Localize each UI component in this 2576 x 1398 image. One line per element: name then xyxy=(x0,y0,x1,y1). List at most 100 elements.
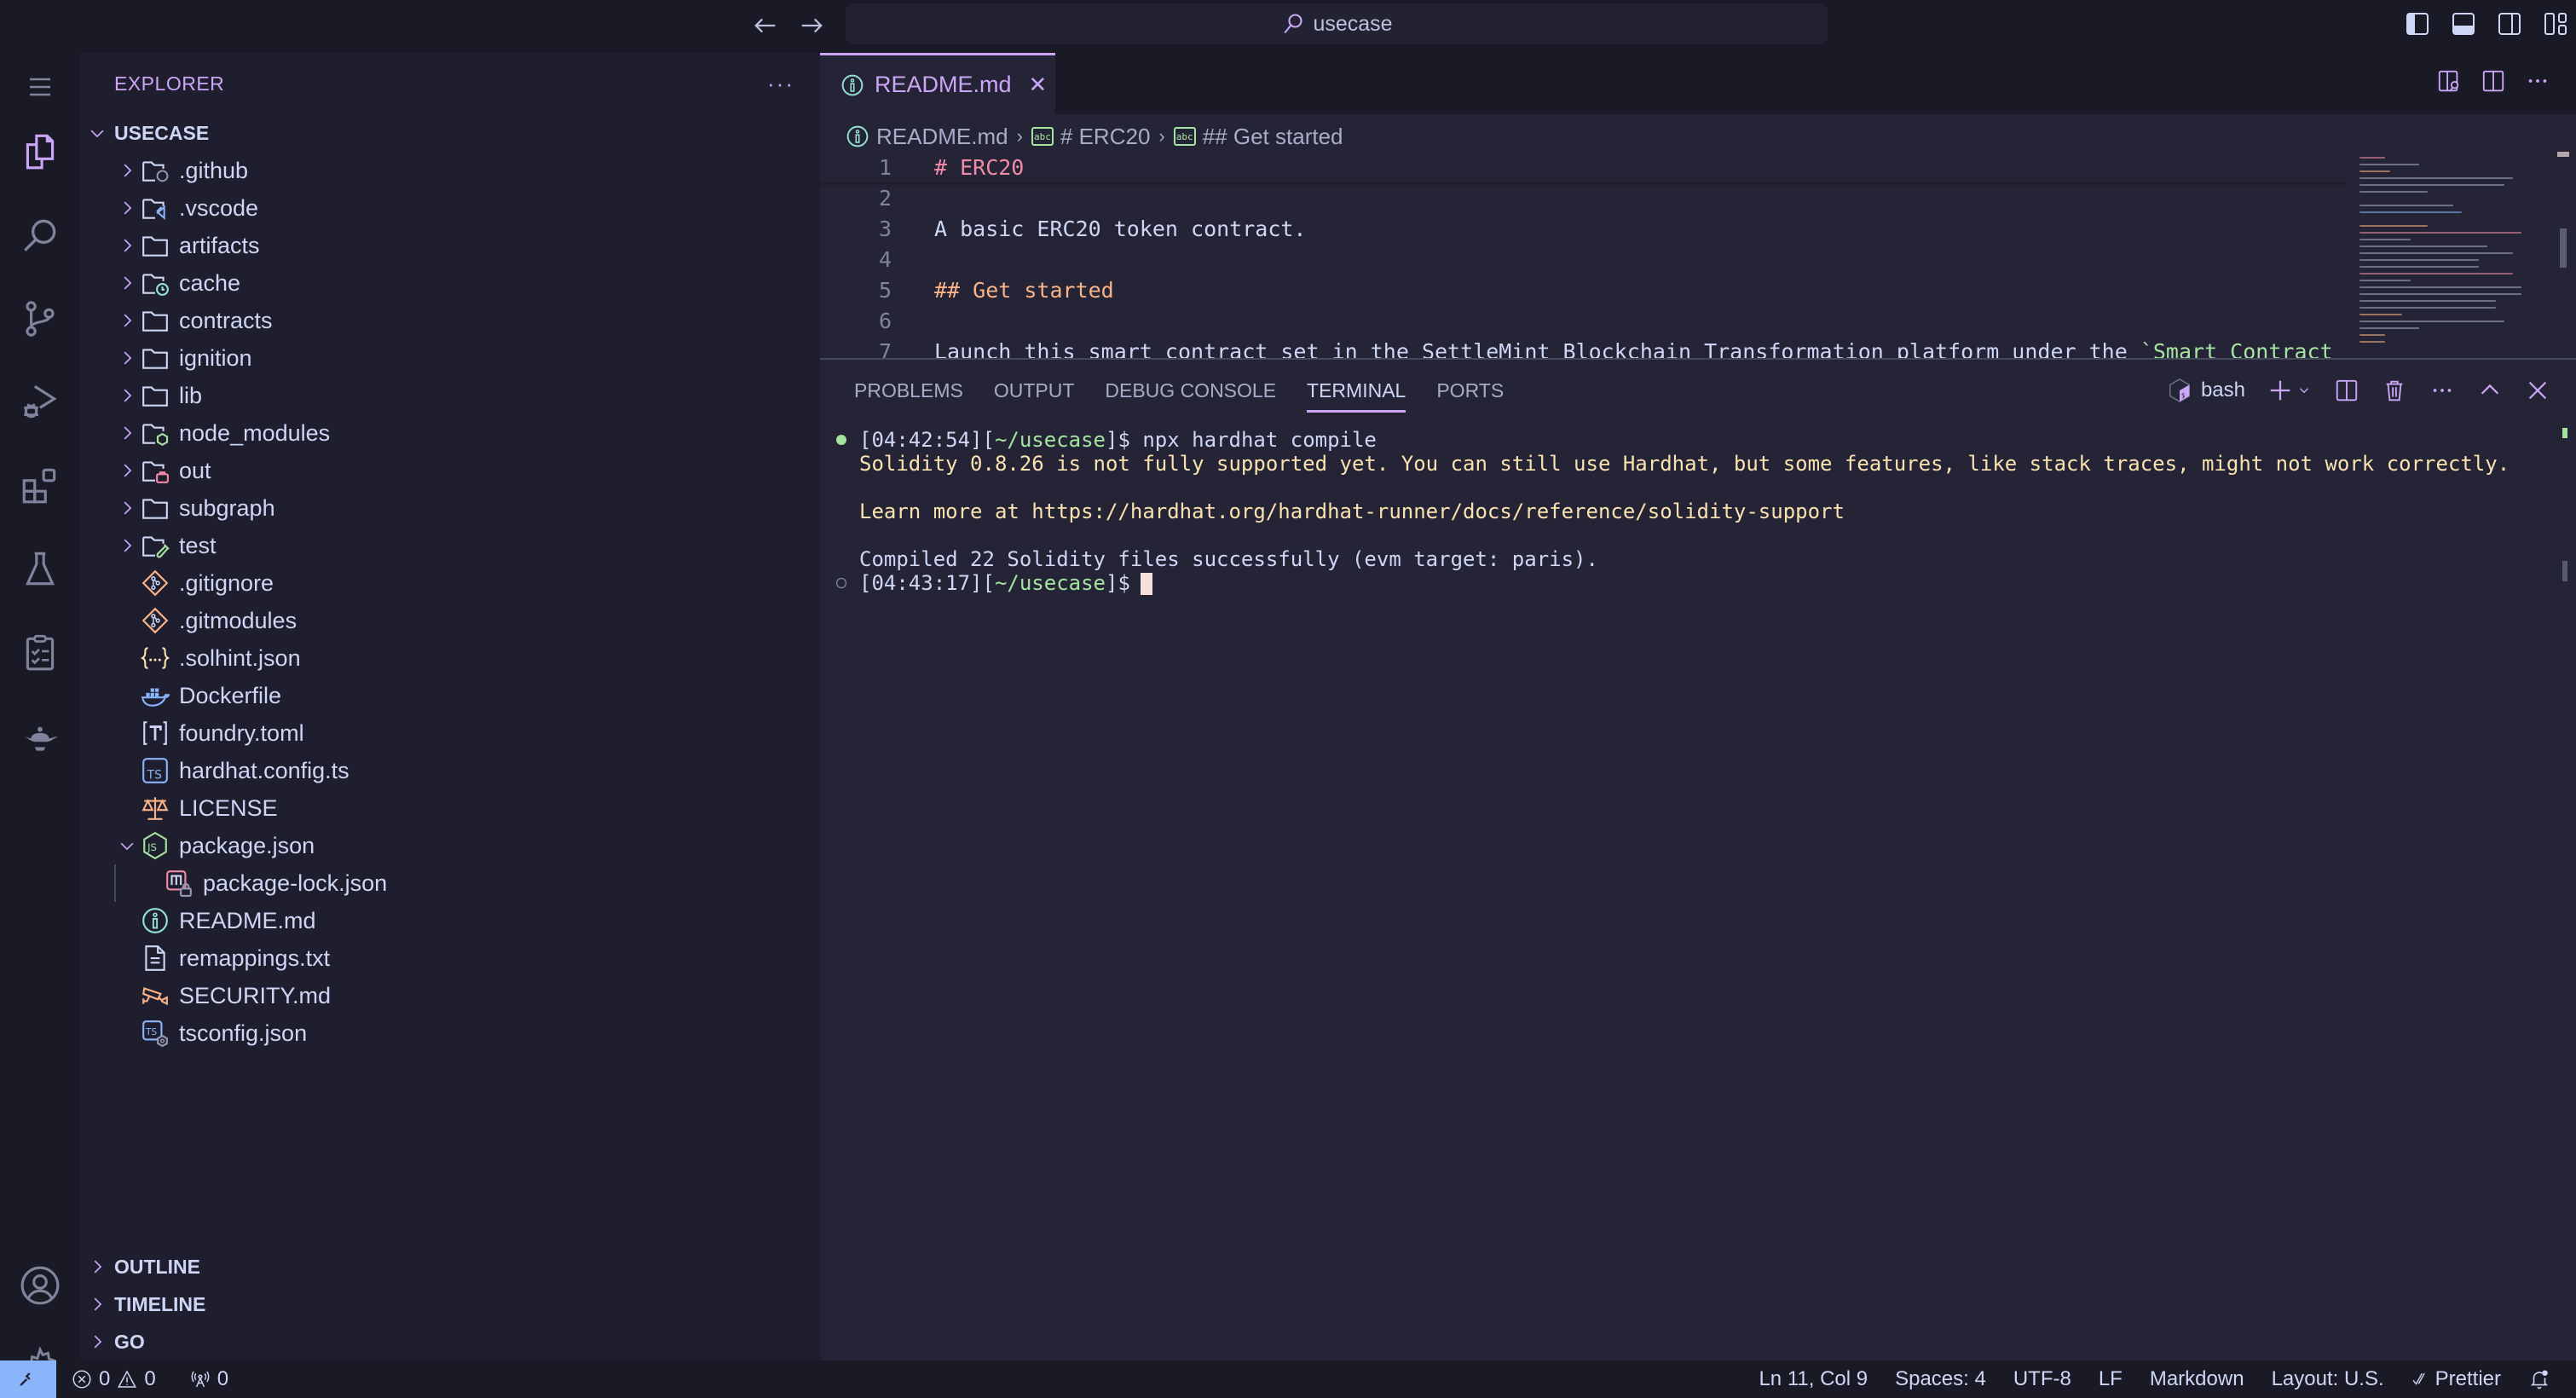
tree-folder[interactable]: artifacts xyxy=(80,227,820,264)
section-timeline[interactable]: TIMELINE xyxy=(80,1285,820,1323)
chevron-right-icon[interactable] xyxy=(114,227,140,264)
chevron-right-icon[interactable] xyxy=(114,527,140,564)
chevron-right-icon[interactable] xyxy=(114,339,140,377)
chevron-right-icon[interactable] xyxy=(114,377,140,414)
tree-folder[interactable]: lib xyxy=(80,377,820,414)
chevron-down-icon[interactable] xyxy=(114,827,140,864)
tree-file[interactable]: .gitmodules xyxy=(80,602,820,639)
tree-file[interactable]: .gitignore xyxy=(80,564,820,602)
tree-file[interactable]: SECURITY.md xyxy=(80,977,820,1014)
code-line[interactable]: 3 A basic ERC20 token contract. xyxy=(820,213,2346,244)
breadcrumb-item-h1[interactable]: # ERC20 xyxy=(1060,124,1151,150)
indentation[interactable]: Spaces: 4 xyxy=(1895,1367,1986,1391)
split-terminal-icon[interactable] xyxy=(2334,378,2359,403)
file-encoding[interactable]: UTF-8 xyxy=(2013,1367,2071,1391)
chevron-right-icon[interactable] xyxy=(114,152,140,189)
activity-genie[interactable] xyxy=(0,702,80,771)
activity-extensions[interactable] xyxy=(0,452,80,520)
back-button[interactable] xyxy=(748,9,783,43)
activity-accounts[interactable] xyxy=(0,1251,80,1320)
tree-folder[interactable]: subgraph xyxy=(80,489,820,527)
end-of-line[interactable]: LF xyxy=(2099,1367,2123,1391)
tree-file[interactable]: package-lock.json xyxy=(80,864,820,902)
launch-profile-chevron-icon[interactable] xyxy=(2296,383,2312,398)
tree-file[interactable]: LICENSE xyxy=(80,789,820,827)
command-pending-icon[interactable] xyxy=(832,576,851,590)
notifications-button[interactable] xyxy=(2528,1368,2550,1390)
chevron-right-icon[interactable] xyxy=(114,489,140,527)
activity-tasks[interactable] xyxy=(0,619,80,687)
terminal-instance-bash[interactable]: $_ bash xyxy=(2167,378,2245,403)
activity-run-debug[interactable] xyxy=(0,368,80,436)
chevron-right-icon[interactable] xyxy=(114,302,140,339)
tree-file[interactable]: TS tsconfig.json xyxy=(80,1014,820,1052)
tree-folder[interactable]: node_modules xyxy=(80,414,820,452)
code-line[interactable]: 5 ## Get started xyxy=(820,274,2346,305)
workspace-root-header[interactable]: USECASE xyxy=(80,114,820,152)
new-terminal-button[interactable] xyxy=(2267,378,2312,403)
tree-file[interactable]: README.md xyxy=(80,902,820,939)
tree-file[interactable]: .solhint.json xyxy=(80,639,820,677)
toggle-panel-button[interactable] xyxy=(2450,10,2477,38)
tree-file[interactable]: remappings.txt xyxy=(80,939,820,977)
terminal-scrollbar-thumb[interactable] xyxy=(2562,561,2567,581)
tree-folder[interactable]: .github xyxy=(80,152,820,189)
section-outline[interactable]: OUTLINE xyxy=(80,1248,820,1285)
forward-button[interactable] xyxy=(794,9,829,43)
application-menu-button[interactable] xyxy=(0,53,80,121)
code-line[interactable]: 1 # ERC20 xyxy=(820,152,2346,182)
split-editor-icon[interactable] xyxy=(2481,68,2506,94)
prettier-status[interactable]: Prettier xyxy=(2411,1367,2501,1391)
keyboard-layout[interactable]: Layout: U.S. xyxy=(2272,1367,2384,1391)
kill-terminal-icon[interactable] xyxy=(2382,378,2407,403)
explorer-more-actions-button[interactable]: ··· xyxy=(767,71,794,97)
toggle-primary-sidebar-button[interactable] xyxy=(2404,10,2431,38)
tree-folder[interactable]: ignition xyxy=(80,339,820,377)
ports-status[interactable]: 0 xyxy=(190,1367,228,1391)
chevron-right-icon[interactable] xyxy=(114,452,140,489)
activity-testing[interactable] xyxy=(0,535,80,604)
open-preview-to-side-icon[interactable] xyxy=(2436,68,2462,94)
tab-close-button[interactable]: ✕ xyxy=(1029,72,1048,98)
more-actions-icon[interactable] xyxy=(2525,68,2550,94)
breadcrumb-item-h2[interactable]: ## Get started xyxy=(1203,124,1343,150)
tree-folder[interactable]: .vscode xyxy=(80,189,820,227)
activity-search[interactable] xyxy=(0,201,80,269)
customize-layout-button[interactable] xyxy=(2542,10,2569,38)
tree-folder[interactable]: cache xyxy=(80,264,820,302)
panel-tab-output[interactable]: OUTPUT xyxy=(985,372,1097,409)
tree-file[interactable]: Dockerfile xyxy=(80,677,820,714)
tree-folder[interactable]: contracts xyxy=(80,302,820,339)
code-line[interactable]: 6 xyxy=(820,305,2346,336)
maximize-panel-icon[interactable] xyxy=(2477,378,2503,403)
tree-file[interactable]: TS hardhat.config.ts xyxy=(80,752,820,789)
panel-tab-terminal[interactable]: TERMINAL xyxy=(1298,372,1428,413)
chevron-right-icon[interactable] xyxy=(114,189,140,227)
problems-status[interactable]: 0 0 xyxy=(72,1367,156,1391)
tree-folder[interactable]: test xyxy=(80,527,820,564)
terminal-output[interactable]: [04:42:54][~/usecase]$ npx hardhat compi… xyxy=(832,428,2537,595)
panel-tab-problems[interactable]: PROBLEMS xyxy=(846,372,985,409)
scrollbar-thumb[interactable] xyxy=(2560,228,2567,268)
chevron-right-icon[interactable] xyxy=(114,264,140,302)
tab-readme[interactable]: README.md ✕ xyxy=(820,53,1055,114)
more-actions-icon[interactable] xyxy=(2429,378,2455,403)
tree-folder[interactable]: out xyxy=(80,452,820,489)
tree-file[interactable]: JS package.json xyxy=(80,827,820,864)
remote-indicator-button[interactable] xyxy=(0,1360,56,1398)
panel-tab-ports[interactable]: PORTS xyxy=(1428,372,1526,409)
command-success-icon[interactable] xyxy=(832,433,851,447)
chevron-right-icon[interactable] xyxy=(114,414,140,452)
close-panel-icon[interactable] xyxy=(2525,378,2550,403)
toggle-secondary-sidebar-button[interactable] xyxy=(2496,10,2523,38)
activity-explorer[interactable] xyxy=(0,118,80,186)
command-center-search[interactable]: usecase xyxy=(846,3,1828,44)
cursor-position[interactable]: Ln 11, Col 9 xyxy=(1759,1367,1868,1391)
tree-file[interactable]: foundry.toml xyxy=(80,714,820,752)
breadcrumb-item-file[interactable]: README.md xyxy=(876,124,1008,150)
section-go[interactable]: GO xyxy=(80,1323,820,1360)
code-line[interactable]: 4 xyxy=(820,244,2346,274)
panel-tab-debug-console[interactable]: DEBUG CONSOLE xyxy=(1096,372,1298,409)
activity-source-control[interactable] xyxy=(0,285,80,353)
language-mode[interactable]: Markdown xyxy=(2150,1367,2244,1391)
